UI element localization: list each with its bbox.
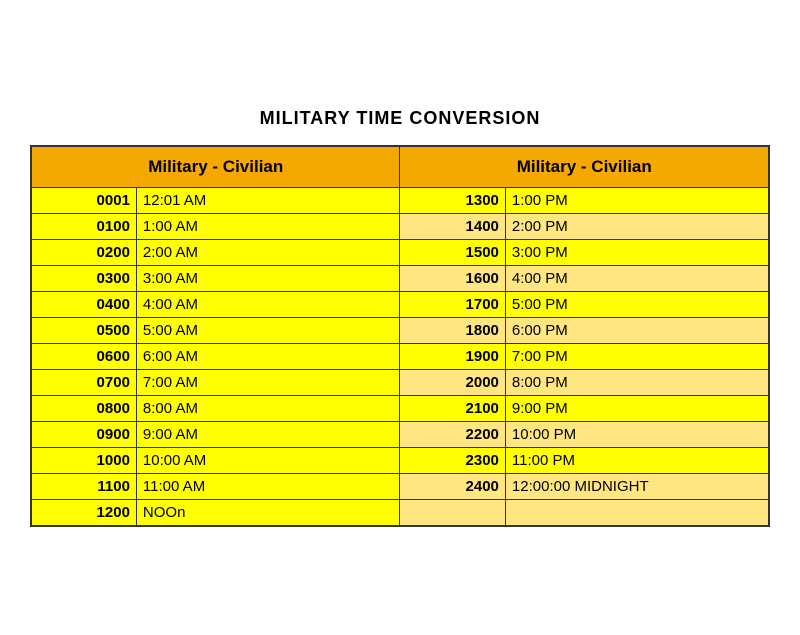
civilian-time-left: 8:00 AM <box>136 396 400 422</box>
table-row: 04004:00 AM17005:00 PM <box>31 292 769 318</box>
military-time-right: 1700 <box>400 292 505 318</box>
civilian-time-left: 4:00 AM <box>136 292 400 318</box>
military-time-left: 0900 <box>31 422 136 448</box>
table-row: 05005:00 AM18006:00 PM <box>31 318 769 344</box>
civilian-time-right: 6:00 PM <box>505 318 769 344</box>
table-row: 02002:00 AM15003:00 PM <box>31 240 769 266</box>
military-time-right <box>400 500 505 527</box>
civilian-time-right: 9:00 PM <box>505 396 769 422</box>
military-time-left: 0500 <box>31 318 136 344</box>
civilian-time-right: 2:00 PM <box>505 214 769 240</box>
civilian-time-left: 12:01 AM <box>136 188 400 214</box>
military-time-left: 1100 <box>31 474 136 500</box>
civilian-time-right: 4:00 PM <box>505 266 769 292</box>
table-row: 03003:00 AM16004:00 PM <box>31 266 769 292</box>
military-time-left: 0100 <box>31 214 136 240</box>
military-time-left: 1200 <box>31 500 136 527</box>
table-row: 06006:00 AM19007:00 PM <box>31 344 769 370</box>
military-time-right: 1300 <box>400 188 505 214</box>
civilian-time-left: 7:00 AM <box>136 370 400 396</box>
table-row: 01001:00 AM14002:00 PM <box>31 214 769 240</box>
table-row: 110011:00 AM240012:00:00 MIDNIGHT <box>31 474 769 500</box>
military-time-right: 1800 <box>400 318 505 344</box>
civilian-time-right: 11:00 PM <box>505 448 769 474</box>
military-time-right: 2300 <box>400 448 505 474</box>
table-row: 100010:00 AM230011:00 PM <box>31 448 769 474</box>
military-time-right: 1600 <box>400 266 505 292</box>
military-time-left: 1000 <box>31 448 136 474</box>
military-time-left: 0200 <box>31 240 136 266</box>
military-time-left: 0700 <box>31 370 136 396</box>
table-row: 07007:00 AM20008:00 PM <box>31 370 769 396</box>
civilian-time-left: 10:00 AM <box>136 448 400 474</box>
table-row: 000112:01 AM13001:00 PM <box>31 188 769 214</box>
civilian-time-right: 1:00 PM <box>505 188 769 214</box>
military-time-right: 2100 <box>400 396 505 422</box>
military-time-right: 2200 <box>400 422 505 448</box>
civilian-time-left: 9:00 AM <box>136 422 400 448</box>
military-time-right: 2000 <box>400 370 505 396</box>
military-time-right: 1500 <box>400 240 505 266</box>
page-container: MILITARY TIME CONVERSION Military - Civi… <box>0 88 800 547</box>
table-row: 08008:00 AM21009:00 PM <box>31 396 769 422</box>
civilian-time-left: 2:00 AM <box>136 240 400 266</box>
civilian-time-left: NOOn <box>136 500 400 527</box>
civilian-time-left: 1:00 AM <box>136 214 400 240</box>
table-row: 09009:00 AM220010:00 PM <box>31 422 769 448</box>
civilian-time-right <box>505 500 769 527</box>
table-row: 1200NOOn <box>31 500 769 527</box>
civilian-time-right: 10:00 PM <box>505 422 769 448</box>
civilian-time-right: 8:00 PM <box>505 370 769 396</box>
military-time-left: 0800 <box>31 396 136 422</box>
civilian-time-right: 7:00 PM <box>505 344 769 370</box>
civilian-time-left: 11:00 AM <box>136 474 400 500</box>
civilian-time-left: 6:00 AM <box>136 344 400 370</box>
military-time-right: 1400 <box>400 214 505 240</box>
military-time-left: 0400 <box>31 292 136 318</box>
header-right: Military - Civilian <box>400 146 769 188</box>
military-time-left: 0300 <box>31 266 136 292</box>
civilian-time-right: 3:00 PM <box>505 240 769 266</box>
civilian-time-left: 3:00 AM <box>136 266 400 292</box>
civilian-time-left: 5:00 AM <box>136 318 400 344</box>
header-left: Military - Civilian <box>31 146 400 188</box>
military-time-left: 0001 <box>31 188 136 214</box>
military-time-right: 1900 <box>400 344 505 370</box>
civilian-time-right: 5:00 PM <box>505 292 769 318</box>
civilian-time-right: 12:00:00 MIDNIGHT <box>505 474 769 500</box>
military-time-left: 0600 <box>31 344 136 370</box>
conversion-table: Military - Civilian Military - Civilian … <box>30 145 770 527</box>
military-time-right: 2400 <box>400 474 505 500</box>
page-title: MILITARY TIME CONVERSION <box>260 108 541 129</box>
